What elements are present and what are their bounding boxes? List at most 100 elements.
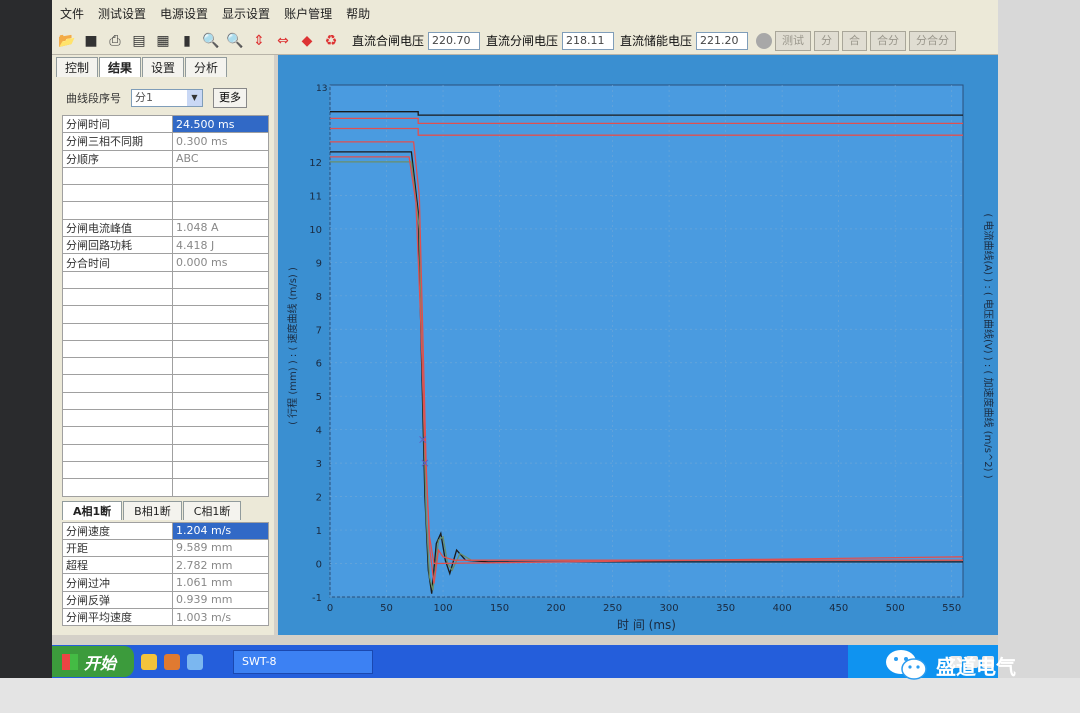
menu-power-settings[interactable]: 电源设置 xyxy=(160,5,208,22)
tab-phase-b[interactable]: B相1断 xyxy=(123,500,182,520)
table-row[interactable]: 分闸过冲 1.061 mm xyxy=(62,573,269,592)
row-value xyxy=(172,305,269,324)
phase-table: 分闸速度 1.204 m/s 开距 9.589 mm 超程 2.782 mm 分闸过冲 1.0… xyxy=(62,521,269,627)
tab-phase-c[interactable]: C相1断 xyxy=(182,500,242,520)
row-label xyxy=(62,322,173,341)
table-row[interactable] xyxy=(62,287,269,307)
table-row[interactable]: 分闸三相不同期 0.300 ms xyxy=(62,132,269,151)
more-button[interactable]: 更多 xyxy=(213,88,247,108)
row-value xyxy=(172,184,269,203)
tab-analysis[interactable]: 分析 xyxy=(185,57,228,77)
chart-area[interactable]: 0 50 100 150 200 250 300 350 400 450 500 550 -1 0 1 2 3 4… xyxy=(278,55,998,635)
table-row[interactable] xyxy=(62,426,269,445)
table-row[interactable] xyxy=(62,270,269,289)
store-voltage-field[interactable]: 221.20 xyxy=(696,31,749,50)
row-label: 分闸反弹 xyxy=(62,590,173,610)
table-row[interactable]: 分闸时间 24.500 ms xyxy=(62,114,269,134)
row-value: 0.300 ms xyxy=(172,132,269,151)
row-value xyxy=(172,339,269,359)
row-label: 分闸电流峰值 xyxy=(62,218,173,238)
chevron-down-icon[interactable]: ▼ xyxy=(187,90,202,106)
table-row[interactable] xyxy=(62,374,269,393)
row-label xyxy=(62,305,173,324)
close-open-button[interactable]: 合分 xyxy=(870,30,907,51)
table-row[interactable]: 分合时间 0.000 ms xyxy=(62,253,269,272)
table-row[interactable]: 分闸反弹 0.939 mm xyxy=(62,590,269,610)
table-row[interactable] xyxy=(62,357,269,376)
row-label: 分闸三相不同期 xyxy=(62,132,173,151)
row-label: 分合时间 xyxy=(62,253,173,272)
row-value xyxy=(172,322,269,341)
zoom-in-icon[interactable]: 🔍 xyxy=(226,32,244,50)
tab-settings[interactable]: 设置 xyxy=(142,57,185,77)
refresh-icon[interactable]: ♻ xyxy=(322,32,340,50)
vertical-scale-icon[interactable]: ⇕ xyxy=(250,32,268,50)
open-voltage-field[interactable]: 218.11 xyxy=(562,31,615,50)
table-row[interactable] xyxy=(62,201,269,220)
close-voltage-field[interactable]: 220.70 xyxy=(428,31,481,50)
table-row[interactable]: 分闸平均速度 1.003 m/s xyxy=(62,608,269,627)
table-row[interactable] xyxy=(62,443,269,462)
table-row[interactable] xyxy=(62,478,269,497)
tab-phase-a[interactable]: A相1断 xyxy=(62,500,123,520)
diamond-icon[interactable]: ◆ xyxy=(298,32,316,50)
clipboard-icon[interactable]: ▤ xyxy=(130,32,148,50)
table-row[interactable]: 分闸速度 1.204 m/s xyxy=(62,521,269,540)
row-value xyxy=(172,166,269,186)
menu-test-settings[interactable]: 测试设置 xyxy=(98,5,146,22)
menu-file[interactable]: 文件 xyxy=(60,5,84,22)
close-button[interactable]: 合 xyxy=(842,30,868,51)
menu-account[interactable]: 账户管理 xyxy=(284,5,332,22)
export-icon[interactable]: ▦ xyxy=(154,32,172,50)
menu-display-settings[interactable]: 显示设置 xyxy=(222,5,270,22)
table-row[interactable] xyxy=(62,391,269,411)
table-row[interactable]: 超程 2.782 mm xyxy=(62,556,269,575)
row-label: 分闸时间 xyxy=(62,114,173,134)
open-icon[interactable]: 📂 xyxy=(58,32,76,50)
row-value: 2.782 mm xyxy=(172,556,269,575)
taskbar-app-button[interactable]: SWT-8 xyxy=(233,649,374,674)
y-tick-label: 8 xyxy=(316,292,322,303)
wechat-logo-icon xyxy=(886,650,927,680)
x-tick-label: 500 xyxy=(886,603,905,614)
horizontal-scale-icon[interactable]: ⇔ xyxy=(274,32,292,50)
print-icon[interactable]: ⎙ xyxy=(106,32,124,50)
menu-bar: 文件 测试设置 电源设置 显示设置 账户管理 帮助 xyxy=(52,0,998,27)
ie-icon[interactable] xyxy=(141,653,158,670)
zoom-out-icon[interactable]: 🔍 xyxy=(202,32,220,50)
row-label xyxy=(62,184,173,203)
test-button[interactable]: 测试 xyxy=(775,30,812,51)
table-row[interactable]: 分闸回路功耗 4.418 J xyxy=(62,236,269,255)
table-row[interactable]: 分闸电流峰值 1.048 A xyxy=(62,218,269,238)
row-value: 1.061 mm xyxy=(172,573,269,592)
table-row[interactable] xyxy=(62,339,269,359)
panel-tabs: 控制 结果 设置 分析 xyxy=(52,55,274,77)
save-icon[interactable]: ■ xyxy=(82,32,100,50)
row-label xyxy=(62,478,173,497)
desktop-icon[interactable] xyxy=(187,653,204,670)
y-tick-label: 11 xyxy=(309,191,322,202)
open-button[interactable]: 分 xyxy=(814,30,840,51)
table-row[interactable] xyxy=(62,409,269,428)
table-row[interactable] xyxy=(62,322,269,341)
x-tick-label: 50 xyxy=(380,603,393,614)
tab-result[interactable]: 结果 xyxy=(99,57,142,77)
x-tick-label: 100 xyxy=(433,603,452,614)
row-label: 分闸过冲 xyxy=(62,573,173,592)
table-row[interactable] xyxy=(62,184,269,203)
book-icon[interactable]: ▮ xyxy=(178,32,196,50)
taskbar: 开始 SWT-8 xyxy=(52,645,998,678)
menu-help[interactable]: 帮助 xyxy=(346,5,370,22)
tab-control[interactable]: 控制 xyxy=(56,57,99,77)
row-value xyxy=(172,478,269,497)
media-icon[interactable] xyxy=(164,653,181,670)
table-row[interactable] xyxy=(62,166,269,186)
start-button[interactable]: 开始 xyxy=(52,646,135,677)
open-close-open-button[interactable]: 分合分 xyxy=(909,30,957,51)
table-row[interactable] xyxy=(62,460,269,480)
table-row[interactable]: 开距 9.589 mm xyxy=(62,538,269,558)
curve-segment-select[interactable]: 分1 ▼ xyxy=(131,89,203,107)
row-value xyxy=(172,357,269,376)
table-row[interactable] xyxy=(62,305,269,324)
table-row[interactable]: 分顺序 ABC xyxy=(62,149,269,168)
